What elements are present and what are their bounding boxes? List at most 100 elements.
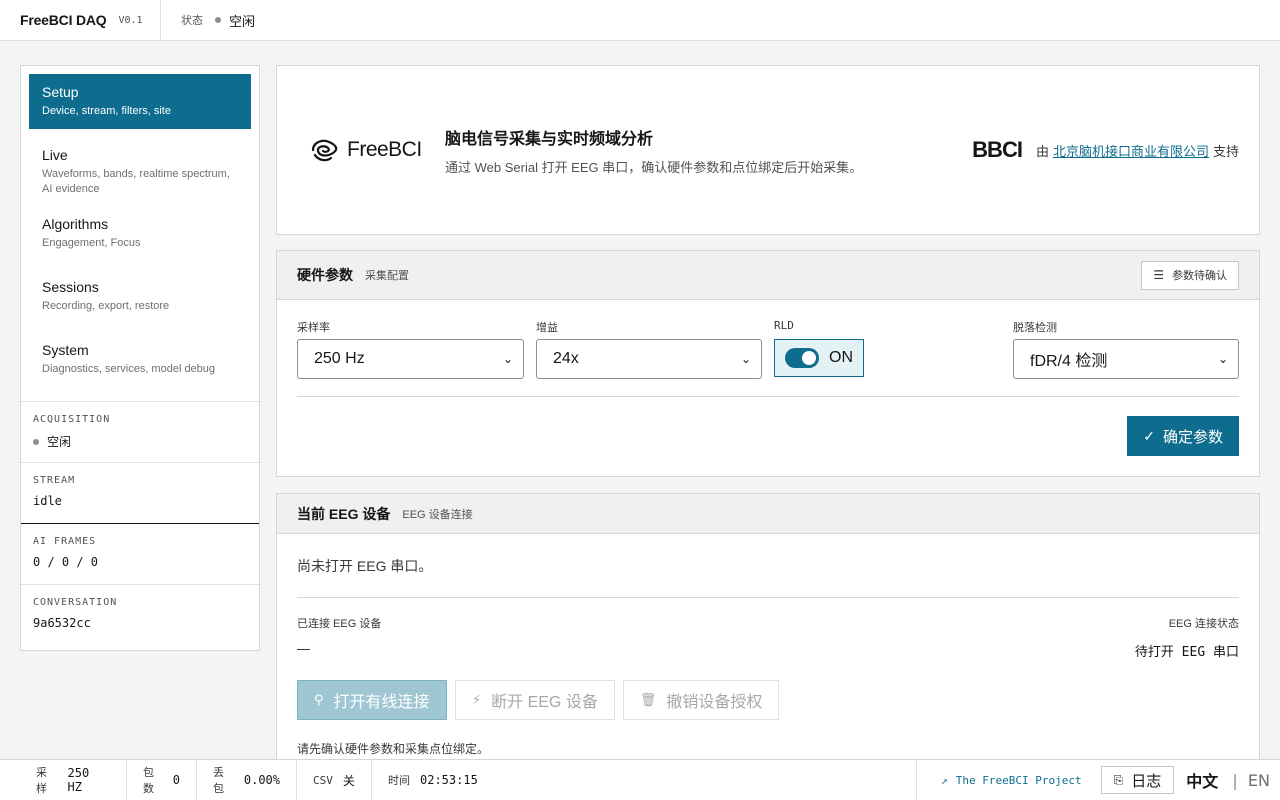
params-pending-label: 参数待确认 bbox=[1172, 270, 1227, 282]
chevron-down-icon: ⌄ bbox=[1217, 352, 1228, 366]
footer-packets-value: 0 bbox=[172, 773, 180, 787]
leadoff-select[interactable]: fDR/4 检测 ⌄ bbox=[1013, 339, 1239, 379]
top-bar: FreeBCI DAQ V0.1 状态 空闲 bbox=[0, 0, 1280, 41]
gain-field: 增益 24x ⌄ bbox=[536, 319, 762, 379]
eeg-hint: 请先确认硬件参数和采集点位绑定。 bbox=[297, 742, 490, 756]
rld-field: RLD ON bbox=[774, 319, 1013, 379]
sidebar-item-label: Algorithms bbox=[42, 216, 109, 232]
freebci-logo-mark-icon bbox=[311, 139, 338, 162]
revoke-auth-label: 撤销设备授权 bbox=[666, 694, 763, 711]
support-company-link[interactable]: 北京脑机接口商业有限公司 bbox=[1053, 141, 1209, 160]
footer-sample: 采样 250 HZ bbox=[0, 760, 127, 800]
gain-select[interactable]: 24x ⌄ bbox=[536, 339, 762, 379]
app-name: FreeBCI DAQ bbox=[20, 12, 107, 28]
unplug-icon: ⚡ bbox=[472, 692, 482, 707]
sidebar-item-system[interactable]: System Diagnostics, services, model debu… bbox=[29, 332, 251, 387]
sample-rate-field: 采样率 250 Hz ⌄ bbox=[297, 319, 524, 379]
eeg-subtitle: EEG 设备连接 bbox=[402, 508, 473, 521]
sample-rate-select[interactable]: 250 Hz ⌄ bbox=[297, 339, 524, 379]
acquisition-dot-icon bbox=[33, 438, 39, 445]
footer-right: ↗ The FreeBCI Project ⎘ 日志 中文 | EN bbox=[916, 760, 1280, 800]
rld-toggle[interactable]: ON bbox=[774, 339, 864, 377]
sample-rate-label: 采样率 bbox=[297, 322, 330, 334]
settings-sliders-icon: ☰ bbox=[1153, 268, 1164, 282]
connection-state-label: EEG 连接状态 bbox=[1168, 618, 1239, 630]
revoke-auth-button[interactable]: 🗑 撤销设备授权 bbox=[622, 680, 780, 720]
status-label: 状态 bbox=[181, 15, 203, 27]
app-version: V0.1 bbox=[118, 14, 143, 26]
lang-separator: | bbox=[1230, 770, 1240, 790]
freebci-logo: FreeBCI bbox=[309, 136, 445, 164]
sidebar-item-live[interactable]: Live Waveforms, bands, realtime spectrum… bbox=[29, 137, 251, 197]
disconnect-eeg-label: 断开 EEG 设备 bbox=[491, 694, 598, 711]
confirm-params-button[interactable]: ✓ 确定参数 bbox=[1127, 416, 1239, 456]
lang-zh-button[interactable]: 中文 bbox=[1174, 768, 1222, 792]
rld-value: ON bbox=[829, 349, 853, 366]
acquisition-label: ACQUISITION bbox=[33, 414, 111, 425]
log-label: 日志 bbox=[1131, 771, 1162, 790]
connected-device-value: — bbox=[297, 641, 310, 656]
open-wired-label: 打开有线连接 bbox=[333, 694, 430, 711]
project-link-label: The FreeBCI Project bbox=[955, 773, 1082, 787]
hero-title: 脑电信号采集与实时频域分析 bbox=[445, 130, 654, 148]
hero-subtitle: 通过 Web Serial 打开 EEG 串口，确认硬件参数和点位绑定后开始采集… bbox=[445, 159, 863, 175]
ai-frames-value: 0 / 0 / 0 bbox=[33, 555, 99, 569]
params-pending-button[interactable]: ☰ 参数待确认 bbox=[1141, 260, 1239, 290]
footer-loss: 丢包 0.00% bbox=[197, 760, 297, 800]
sidebar-item-label: Live bbox=[42, 147, 68, 163]
hardware-panel: 硬件参数 采集配置 ☰ 参数待确认 采样率 250 Hz ⌄ 增益 24x ⌄ … bbox=[276, 250, 1260, 477]
stream-value: idle bbox=[33, 494, 62, 508]
support-suffix: 支持 bbox=[1212, 143, 1239, 159]
external-link-icon: ↗ bbox=[941, 773, 948, 787]
sidebar: Setup Device, stream, filters, site Live… bbox=[20, 65, 260, 651]
top-status: 状态 空闲 bbox=[161, 11, 255, 30]
sidebar-item-desc: Diagnostics, services, model debug bbox=[42, 363, 216, 375]
footer-csv-value: 关 bbox=[342, 773, 355, 788]
disconnect-eeg-button[interactable]: ⚡ 断开 EEG 设备 bbox=[455, 680, 615, 720]
ai-frames-block: AI FRAMES 0 / 0 / 0 bbox=[21, 523, 259, 584]
eeg-message: 尚未打开 EEG 串口。 bbox=[297, 558, 433, 574]
eeg-title: 当前 EEG 设备 bbox=[297, 505, 391, 522]
hardware-fields: 采样率 250 Hz ⌄ 增益 24x ⌄ RLD ON 脱落检测 fDR/4 … bbox=[277, 300, 1259, 379]
status-value: 空闲 bbox=[229, 13, 256, 29]
stream-label: STREAM bbox=[33, 475, 76, 486]
gain-value: 24x bbox=[553, 350, 579, 367]
connection-state: EEG 连接状态 待打开 EEG 串口 bbox=[1135, 615, 1239, 660]
lang-en-button[interactable]: EN bbox=[1248, 771, 1280, 790]
acquisition-value-row: 空闲 bbox=[33, 433, 247, 450]
sidebar-item-setup[interactable]: Setup Device, stream, filters, site bbox=[29, 74, 251, 129]
footer-packets-label: 包数 bbox=[143, 766, 154, 795]
gain-label: 增益 bbox=[536, 322, 558, 334]
sidebar-item-sessions[interactable]: Sessions Recording, export, restore bbox=[29, 269, 251, 324]
toggle-switch-icon bbox=[785, 348, 819, 368]
log-button[interactable]: ⎘ 日志 bbox=[1100, 766, 1175, 794]
eeg-panel: 当前 EEG 设备 EEG 设备连接 尚未打开 EEG 串口。 已连接 EEG … bbox=[276, 493, 1260, 773]
open-wired-button[interactable]: ⚲ 打开有线连接 bbox=[297, 680, 447, 720]
trash-icon: 🗑 bbox=[639, 692, 657, 707]
footer-sample-label: 采样 bbox=[36, 766, 47, 795]
sidebar-item-desc: Device, stream, filters, site bbox=[42, 105, 171, 117]
footer-csv-label: CSV bbox=[313, 773, 333, 787]
eeg-panel-header: 当前 EEG 设备 EEG 设备连接 bbox=[277, 494, 1259, 534]
footer-loss-value: 0.00% bbox=[243, 773, 280, 787]
leadoff-field: 脱落检测 fDR/4 检测 ⌄ bbox=[1013, 319, 1239, 379]
confirm-params-label: 确定参数 bbox=[1162, 428, 1223, 446]
sidebar-nav: Setup Device, stream, filters, site Live… bbox=[21, 66, 259, 401]
chevron-down-icon: ⌄ bbox=[740, 352, 751, 366]
plug-icon: ⚲ bbox=[314, 692, 324, 707]
logo-text: FreeBCI bbox=[347, 138, 422, 161]
bbci-logo: BBCI bbox=[972, 137, 1023, 162]
sample-rate-value: 250 Hz bbox=[314, 350, 365, 367]
divider bbox=[297, 396, 1239, 397]
footer-packets: 包数 0 bbox=[127, 760, 197, 800]
acquisition-block: ACQUISITION 空闲 bbox=[21, 401, 259, 462]
hardware-subtitle: 采集配置 bbox=[365, 270, 409, 282]
project-link[interactable]: ↗ The FreeBCI Project bbox=[917, 774, 1100, 787]
acquisition-value: 空闲 bbox=[47, 435, 72, 449]
hero-text: 脑电信号采集与实时频域分析 通过 Web Serial 打开 EEG 串口，确认… bbox=[445, 125, 972, 176]
sidebar-item-algorithms[interactable]: Algorithms Engagement, Focus bbox=[29, 206, 251, 261]
hero-panel: FreeBCI 脑电信号采集与实时频域分析 通过 Web Serial 打开 E… bbox=[276, 65, 1260, 235]
footer-csv: CSV 关 bbox=[297, 760, 372, 800]
footer-loss-label: 丢包 bbox=[213, 766, 224, 795]
hardware-title: 硬件参数 bbox=[297, 267, 353, 283]
